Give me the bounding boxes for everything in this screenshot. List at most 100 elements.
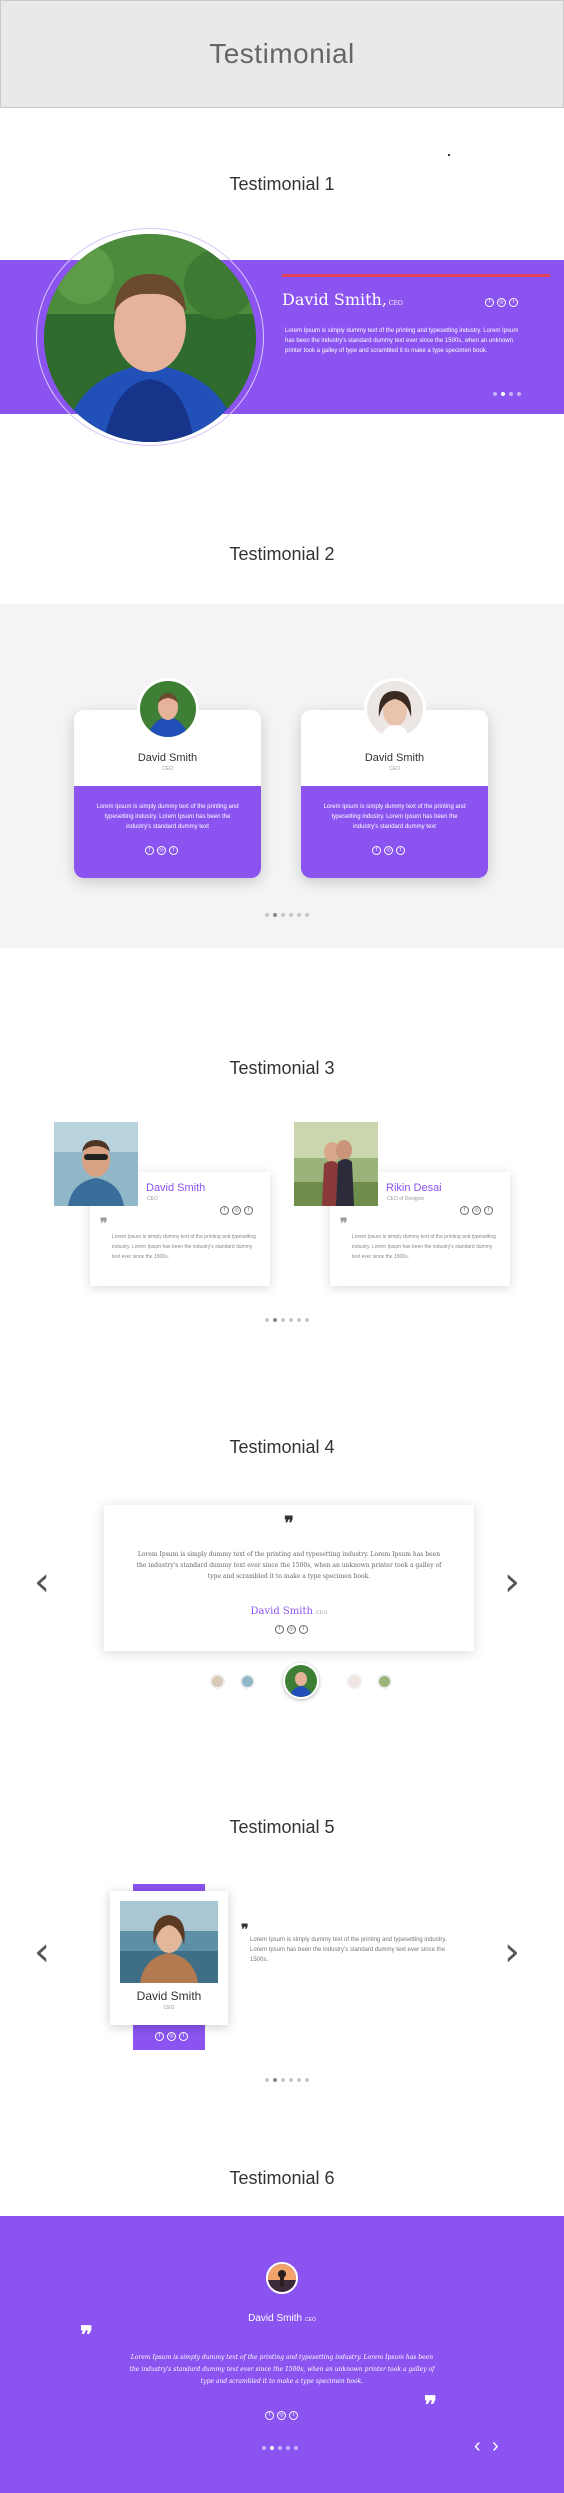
t3-card-1-name: David Smith bbox=[146, 1182, 206, 1194]
close-quote-icon: ❞ bbox=[424, 2390, 437, 2419]
facebook-icon[interactable]: f bbox=[460, 1206, 469, 1215]
t6-text: Lorem Ipsum is simply dummy text of the … bbox=[129, 2354, 435, 2385]
pagination-dot-active[interactable] bbox=[273, 2078, 277, 2082]
pagination-dot[interactable] bbox=[305, 913, 309, 917]
t3-card-2-role: CEO of Designer bbox=[387, 1196, 425, 1202]
twitter-icon[interactable]: t bbox=[484, 1206, 493, 1215]
quote-icon: ❞ bbox=[100, 1216, 108, 1232]
t3-card-2-photo bbox=[294, 1122, 378, 1206]
pagination-dot[interactable] bbox=[265, 2078, 269, 2082]
page-header: Testimonial bbox=[0, 0, 564, 108]
pagination-dot-active[interactable] bbox=[273, 1318, 277, 1322]
t5-text: Lorem Ipsum is simply dummy text of the … bbox=[250, 1937, 447, 1963]
twitter-icon[interactable]: t bbox=[179, 2032, 188, 2041]
t5-pagination bbox=[265, 2078, 309, 2082]
page-title: Testimonial bbox=[209, 38, 355, 69]
t4-prev-button[interactable]: ‹ bbox=[34, 1562, 50, 1602]
t2-card-1-avatar bbox=[137, 678, 199, 740]
section-title-5: Testimonial 5 bbox=[229, 1817, 335, 1837]
pagination-dot[interactable] bbox=[281, 913, 285, 917]
t6-prev-button[interactable]: ‹ bbox=[474, 2436, 481, 2456]
t1-name: David Smith, CEO bbox=[282, 290, 403, 309]
t4-role: CEO bbox=[315, 1610, 328, 1616]
t4-name: David Smith bbox=[250, 1606, 313, 1617]
instagram-icon[interactable]: ◎ bbox=[277, 2411, 286, 2420]
t1-social-links: f ◎ t bbox=[485, 298, 518, 307]
t4-name-row: David Smith CEO bbox=[104, 1606, 474, 1617]
t2-card-1-text: Lorem Ipsum is simply dummy text of the … bbox=[96, 804, 239, 830]
twitter-icon[interactable]: t bbox=[169, 846, 178, 855]
twitter-icon[interactable]: t bbox=[509, 298, 518, 307]
pagination-dot[interactable] bbox=[289, 2078, 293, 2082]
pagination-dot-active[interactable] bbox=[273, 913, 277, 917]
facebook-icon[interactable]: f bbox=[485, 298, 494, 307]
t5-photo bbox=[120, 1901, 218, 1983]
twitter-icon[interactable]: t bbox=[299, 1625, 308, 1634]
twitter-icon[interactable]: t bbox=[396, 846, 405, 855]
section-title-6: Testimonial 6 bbox=[229, 2168, 335, 2188]
t2-card-1-social: f ◎ t bbox=[145, 846, 178, 855]
twitter-icon[interactable]: t bbox=[244, 1206, 253, 1215]
t1-role: CEO bbox=[388, 300, 403, 307]
instagram-icon[interactable]: ◎ bbox=[232, 1206, 241, 1215]
t4-thumb-1[interactable] bbox=[210, 1674, 225, 1689]
instagram-icon[interactable]: ◎ bbox=[497, 298, 506, 307]
t1-text: Lorem Ipsum is simply dummy text of the … bbox=[285, 328, 519, 354]
pagination-dot[interactable] bbox=[286, 2446, 290, 2450]
quote-icon: ❞ bbox=[241, 1922, 249, 1938]
t4-thumb-2[interactable] bbox=[240, 1674, 255, 1689]
facebook-icon[interactable]: f bbox=[372, 846, 381, 855]
pagination-dot[interactable] bbox=[265, 1318, 269, 1322]
pagination-dot[interactable] bbox=[265, 913, 269, 917]
t4-thumb-active[interactable] bbox=[283, 1663, 319, 1699]
facebook-icon[interactable]: f bbox=[275, 1625, 284, 1634]
pagination-dot-active[interactable] bbox=[501, 392, 505, 396]
pagination-dot-active[interactable] bbox=[270, 2446, 274, 2450]
section-title-4: Testimonial 4 bbox=[229, 1437, 335, 1457]
t5-prev-button[interactable]: ‹ bbox=[34, 1932, 50, 1972]
t5-profile-card: David Smith CEO bbox=[110, 1891, 228, 2025]
pagination-dot[interactable] bbox=[297, 913, 301, 917]
t2-card-2-avatar bbox=[364, 678, 426, 740]
facebook-icon[interactable]: f bbox=[220, 1206, 229, 1215]
pagination-dot[interactable] bbox=[493, 392, 497, 396]
pagination-dot[interactable] bbox=[289, 913, 293, 917]
pagination-dot[interactable] bbox=[297, 1318, 301, 1322]
facebook-icon[interactable]: f bbox=[265, 2411, 274, 2420]
pagination-dot[interactable] bbox=[281, 1318, 285, 1322]
open-quote-icon: ❞ bbox=[80, 2320, 93, 2349]
pagination-dot[interactable] bbox=[517, 392, 521, 396]
t3-card-2-text: Lorem Ipsum is simply dummy text of the … bbox=[352, 1234, 496, 1260]
t6-avatar bbox=[266, 2262, 298, 2294]
pagination-dot[interactable] bbox=[278, 2446, 282, 2450]
t3-card-1-photo bbox=[54, 1122, 138, 1206]
pagination-dot[interactable] bbox=[262, 2446, 266, 2450]
facebook-icon[interactable]: f bbox=[145, 846, 154, 855]
t3-card-1-role: CEO bbox=[147, 1196, 158, 1202]
pagination-dot[interactable] bbox=[305, 2078, 309, 2082]
instagram-icon[interactable]: ◎ bbox=[384, 846, 393, 855]
t3-card-1-social: f ◎ t bbox=[220, 1206, 253, 1215]
pagination-dot[interactable] bbox=[297, 2078, 301, 2082]
section-title-3: Testimonial 3 bbox=[229, 1058, 335, 1078]
pagination-dot[interactable] bbox=[281, 2078, 285, 2082]
t4-next-button[interactable]: › bbox=[504, 1562, 520, 1602]
t5-next-button[interactable]: › bbox=[504, 1932, 520, 1972]
instagram-icon[interactable]: ◎ bbox=[167, 2032, 176, 2041]
t2-card-2-name: David Smith bbox=[364, 752, 425, 764]
twitter-icon[interactable]: t bbox=[289, 2411, 298, 2420]
instagram-icon[interactable]: ◎ bbox=[287, 1625, 296, 1634]
facebook-icon[interactable]: f bbox=[155, 2032, 164, 2041]
pagination-dot[interactable] bbox=[289, 1318, 293, 1322]
instagram-icon[interactable]: ◎ bbox=[157, 846, 166, 855]
instagram-icon[interactable]: ◎ bbox=[472, 1206, 481, 1215]
t6-next-button[interactable]: › bbox=[492, 2436, 499, 2456]
pagination-dot[interactable] bbox=[509, 392, 513, 396]
t4-thumb-4[interactable] bbox=[347, 1674, 362, 1689]
quote-icon: ❞ bbox=[340, 1216, 348, 1232]
t4-thumb-5[interactable] bbox=[377, 1674, 392, 1689]
t3-card-2-name: Rikin Desai bbox=[386, 1182, 442, 1194]
pagination-dot[interactable] bbox=[305, 1318, 309, 1322]
pagination-dot[interactable] bbox=[294, 2446, 298, 2450]
section-title-1: Testimonial 1 bbox=[229, 174, 335, 194]
